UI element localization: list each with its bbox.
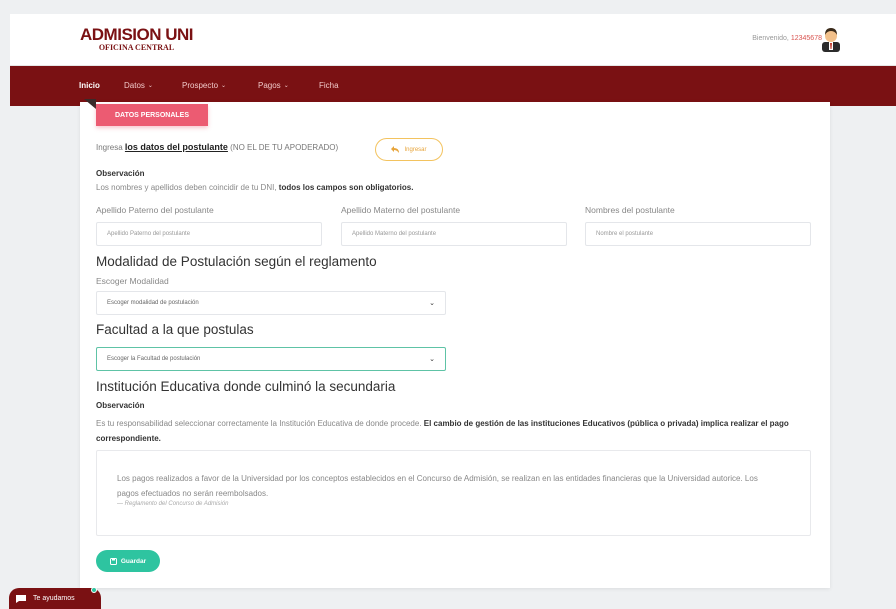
- modalidad-select[interactable]: Escoger modalidad de postulación ⌄: [96, 291, 446, 315]
- nav-item-label: Pagos: [258, 81, 281, 90]
- chevron-down-icon: ⌄: [283, 83, 289, 89]
- main-nav: Inicio Datos ⌄ Prospecto ⌄ Pagos ⌄ Ficha: [10, 66, 896, 106]
- apellido-materno-input[interactable]: Apellido Materno del postulante: [341, 222, 567, 246]
- payment-notice-citation: — Reglamento del Concurso de Admisión: [117, 501, 229, 507]
- chat-bubble-icon: [16, 594, 26, 603]
- nav-item-pagos[interactable]: Pagos ⌄: [258, 81, 289, 90]
- brand-logo[interactable]: ADMISION UNI OFICINA CENTRAL: [80, 25, 194, 52]
- save-button-label: Guardar: [120, 557, 147, 565]
- online-status-indicator: [91, 587, 97, 593]
- ingresa-instruction: Ingresa los datos del postulante (NO EL …: [96, 142, 338, 152]
- ingresar-button[interactable]: Ingresar: [375, 138, 443, 161]
- observation-text-plain: Los nombres y apellidos deben coincidir …: [96, 183, 277, 192]
- observation-text-bold: todos los campos son obligatorios.: [278, 183, 414, 192]
- help-chat-label: Te ayudamos: [33, 595, 75, 602]
- modalidad-heading: Modalidad de Postulación según el reglam…: [96, 254, 377, 269]
- nav-item-prospecto[interactable]: Prospecto ⌄: [182, 81, 226, 90]
- apellido-paterno-input[interactable]: Apellido Paterno del postulante: [96, 222, 322, 246]
- nav-item-label: Inicio: [79, 81, 100, 90]
- payment-notice-text: Los pagos realizados a favor de la Unive…: [117, 474, 758, 498]
- logo-title: ADMISION UNI: [80, 25, 194, 44]
- reply-arrow-icon: [391, 146, 400, 153]
- observation-title: Observación: [96, 401, 145, 410]
- facultad-select-value: Escoger la Facultad de postulación: [107, 356, 201, 362]
- nombres-input[interactable]: Nombre el postulante: [585, 222, 811, 246]
- observation-title: Observación: [96, 169, 145, 178]
- ingresa-suffix: (NO EL DE TU APODERADO): [230, 143, 339, 152]
- field-label-apellido-materno: Apellido Materno del postulante: [341, 205, 461, 215]
- institucion-observation-plain: Es tu responsabilidad seleccionar correc…: [96, 419, 422, 428]
- nav-item-label: Ficha: [319, 81, 339, 90]
- nav-item-inicio[interactable]: Inicio: [79, 81, 100, 90]
- facultad-select[interactable]: Escoger la Facultad de postulación ⌄: [96, 347, 446, 371]
- nav-item-ficha[interactable]: Ficha: [319, 81, 339, 90]
- ingresa-strong: los datos del postulante: [124, 142, 228, 152]
- ingresar-button-label: Ingresar: [404, 146, 427, 153]
- chevron-down-icon: ⌄: [429, 356, 435, 363]
- nav-item-label: Datos: [124, 81, 145, 90]
- nav-item-label: Prospecto: [182, 81, 219, 90]
- help-chat-button[interactable]: Te ayudamos: [9, 587, 101, 609]
- chevron-down-icon: ⌄: [429, 300, 435, 307]
- payment-notice: Los pagos realizados a favor de la Unive…: [96, 450, 811, 536]
- modalidad-select-value: Escoger modalidad de postulación: [107, 300, 199, 306]
- top-header: ADMISION UNI OFICINA CENTRAL Bienvenido,…: [10, 14, 896, 66]
- chevron-down-icon: ⌄: [221, 83, 227, 89]
- modalidad-label: Escoger Modalidad: [96, 276, 169, 286]
- save-icon: [109, 557, 117, 565]
- field-label-apellido-paterno: Apellido Paterno del postulante: [96, 205, 214, 215]
- institucion-heading: Institución Educativa donde culminó la s…: [96, 379, 396, 394]
- user-avatar-icon[interactable]: [820, 26, 842, 52]
- save-button[interactable]: Guardar: [96, 550, 160, 572]
- ribbon-fold: [84, 99, 96, 109]
- nav-item-datos[interactable]: Datos ⌄: [124, 81, 153, 90]
- welcome-text: Bienvenido, 12345678: [752, 35, 822, 42]
- field-label-nombres: Nombres del postulante: [585, 205, 675, 215]
- chevron-down-icon: ⌄: [147, 83, 153, 89]
- facultad-heading: Facultad a la que postulas: [96, 322, 254, 337]
- observation-text: Los nombres y apellidos deben coincidir …: [96, 183, 413, 192]
- welcome-label: Bienvenido,: [752, 35, 789, 42]
- section-ribbon: DATOS PERSONALES: [96, 104, 208, 126]
- ingresa-prefix: Ingresa: [96, 143, 123, 152]
- logo-subtitle: OFICINA CENTRAL: [98, 43, 175, 52]
- user-code: 12345678: [790, 35, 822, 42]
- institucion-observation: Es tu responsabilidad seleccionar correc…: [96, 416, 796, 446]
